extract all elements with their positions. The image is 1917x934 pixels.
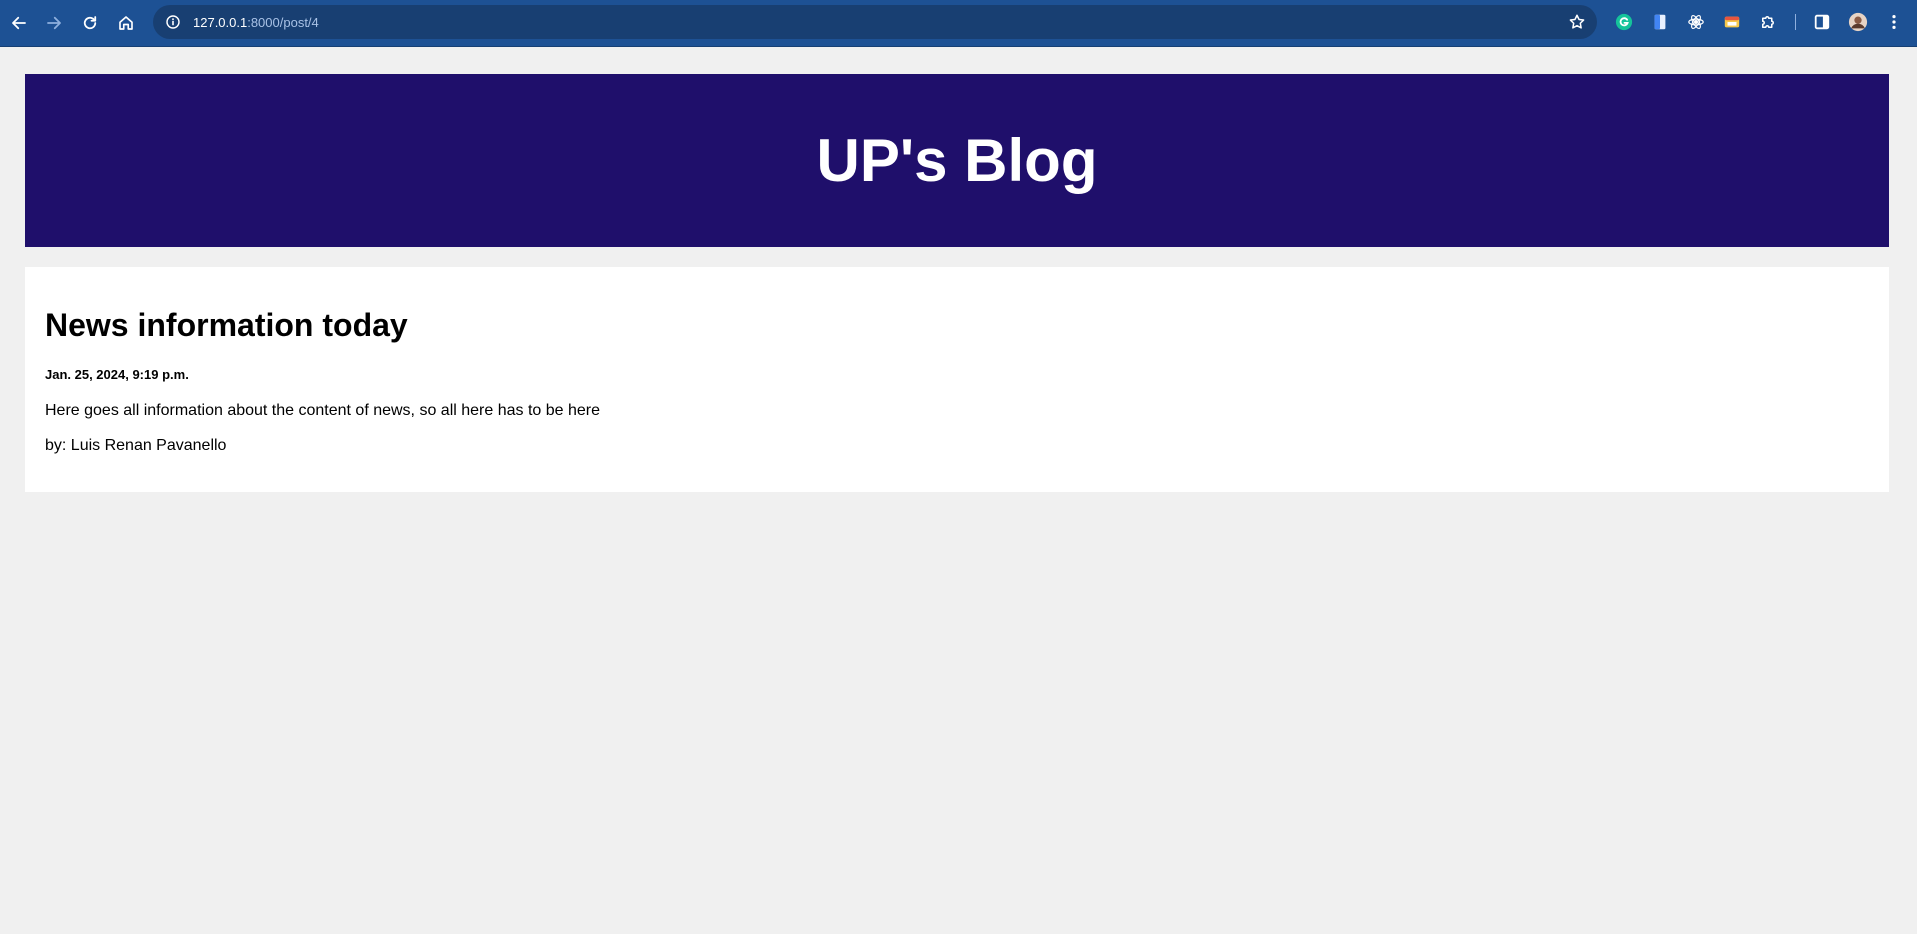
post-title: News information today [45, 307, 408, 343]
blog-title: UP's Blog [816, 127, 1098, 194]
kebab-menu-icon[interactable] [1883, 11, 1905, 33]
star-icon[interactable] [1567, 12, 1587, 32]
post-author: by: Luis Renan Pavanello [45, 437, 227, 454]
forward-button[interactable] [40, 9, 68, 37]
back-arrow-icon [12, 16, 26, 30]
react-devtools-icon[interactable] [1685, 11, 1707, 33]
toolbar-divider [1795, 14, 1796, 30]
back-button[interactable] [5, 9, 33, 37]
post-date: Jan. 25, 2024, 9:19 p.m. [45, 367, 189, 382]
url-text[interactable]: 127.0.0.1:8000/post/4 [193, 15, 319, 30]
avatar[interactable] [1847, 11, 1869, 33]
browser-toolbar: 127.0.0.1:8000/post/4 [0, 0, 1917, 47]
forward-arrow-icon [47, 16, 61, 30]
post-body: Here goes all information about the cont… [45, 402, 601, 419]
blog-header-banner: UP's Blog [25, 74, 1889, 247]
reload-button[interactable] [76, 9, 104, 37]
reload-icon [83, 16, 97, 30]
puzzle-icon[interactable] [1757, 11, 1779, 33]
home-icon [119, 16, 133, 30]
docs-extension-icon[interactable] [1649, 11, 1671, 33]
info-icon[interactable] [163, 12, 183, 32]
grammarly-icon[interactable] [1613, 11, 1635, 33]
side-panel-icon[interactable] [1811, 11, 1833, 33]
home-button[interactable] [112, 9, 140, 37]
address-bar[interactable]: 127.0.0.1:8000/post/4 [153, 5, 1597, 39]
post-card: News information today Jan. 25, 2024, 9:… [25, 267, 1889, 492]
window-extension-icon[interactable] [1721, 11, 1743, 33]
url-host: 127.0.0.1 [193, 14, 248, 30]
url-path: :8000/post/4 [247, 14, 319, 30]
